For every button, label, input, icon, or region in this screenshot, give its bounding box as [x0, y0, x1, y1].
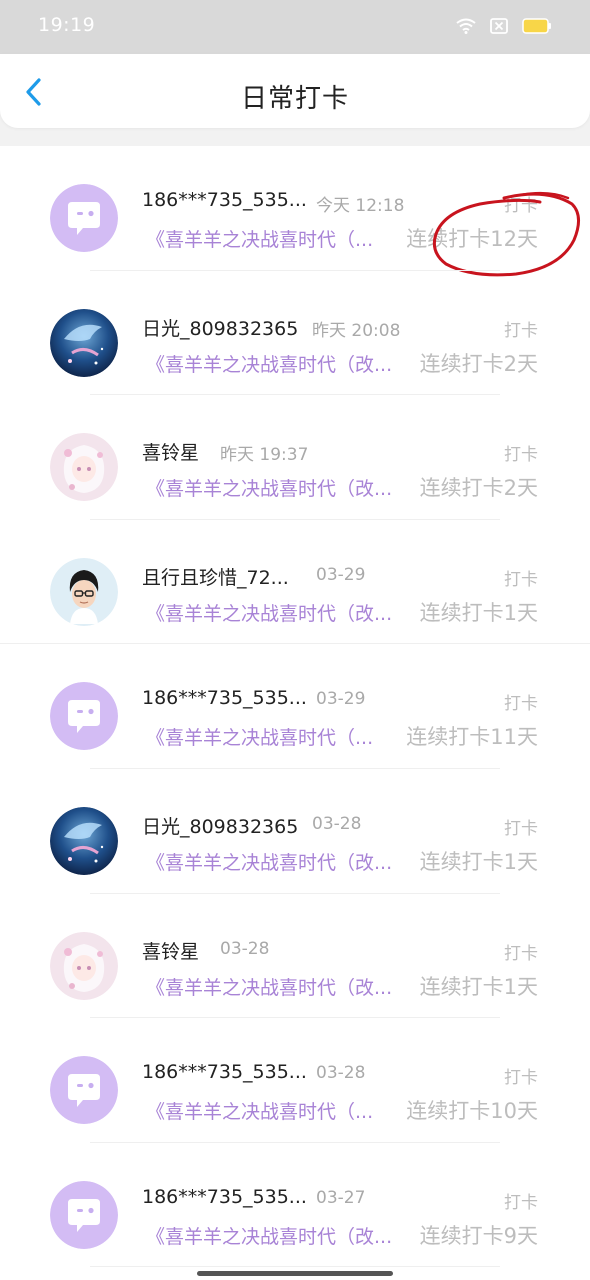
user-name[interactable]: 186***735_535... — [142, 1186, 307, 1208]
glasses-boy-avatar-icon — [50, 557, 118, 626]
streak-text: 连续打卡1天 — [419, 600, 538, 625]
whale-art-avatar-icon — [50, 308, 118, 377]
avatar[interactable] — [50, 806, 118, 875]
home-indicator[interactable] — [197, 1271, 393, 1276]
checkin-tag: 打卡 — [504, 320, 538, 341]
checkin-tag: 打卡 — [504, 694, 538, 715]
checkin-tag: 打卡 — [504, 1068, 538, 1089]
checkin-tag: 打卡 — [504, 569, 538, 590]
streak-text: 连续打卡2天 — [419, 351, 538, 376]
list-item[interactable]: 186***735_535... 03-27 打卡 《喜羊羊之决战喜时代（改..… — [0, 1143, 590, 1268]
no-sim-icon — [490, 18, 508, 34]
chat-bubble-avatar-icon — [50, 1180, 118, 1249]
status-bar: 19:19 — [0, 0, 590, 54]
streak-text: 连续打卡11天 — [406, 725, 538, 750]
book-title[interactable]: 《喜羊羊之决战喜时代（改... — [146, 848, 392, 875]
list-item[interactable]: 186***735_535... 03-29 打卡 《喜羊羊之决战喜时代（...… — [0, 644, 590, 769]
page-title: 日常打卡 — [240, 84, 349, 114]
user-name[interactable]: 喜铃星 — [142, 438, 199, 465]
checkin-time: 03-28 — [316, 1063, 366, 1084]
checkin-time: 03-28 — [312, 813, 362, 834]
checkin-time: 03-29 — [316, 689, 366, 710]
streak-text: 连续打卡1天 — [419, 974, 538, 999]
user-name[interactable]: 日光_809832365 — [142, 314, 298, 341]
checkin-tag: 打卡 — [504, 818, 538, 839]
header: 日常打卡 — [0, 54, 590, 128]
list-item[interactable]: 日光_809832365 昨天 20:08 打卡 《喜羊羊之决战喜时代（改...… — [0, 271, 590, 396]
battery-icon — [522, 18, 551, 34]
checkin-tag: 打卡 — [504, 445, 538, 466]
status-icons — [456, 14, 552, 38]
checkin-list: 186***735_535... 今天 12:18 打卡 《喜羊羊之决战喜时代（… — [0, 146, 590, 1280]
streak-text: 连续打卡9天 — [419, 1223, 538, 1248]
avatar[interactable] — [50, 433, 118, 502]
book-title[interactable]: 《喜羊羊之决战喜时代（改... — [146, 474, 392, 501]
list-item[interactable]: 186***735_535... 03-28 打卡 《喜羊羊之决战喜时代（...… — [0, 1018, 590, 1143]
book-title[interactable]: 《喜羊羊之决战喜时代（... — [146, 723, 373, 750]
list-item[interactable]: 喜铃星 03-28 打卡 《喜羊羊之决战喜时代（改... 连续打卡1天 — [0, 894, 590, 1019]
checkin-time: 昨天 20:08 — [312, 320, 401, 341]
checkin-tag: 打卡 — [504, 943, 538, 964]
checkin-time: 03-29 — [316, 564, 366, 585]
chat-bubble-avatar-icon — [50, 184, 118, 252]
book-title[interactable]: 《喜羊羊之决战喜时代（改... — [146, 973, 392, 1000]
user-name[interactable]: 喜铃星 — [142, 937, 199, 964]
user-name[interactable]: 186***735_535... — [142, 687, 307, 709]
list-item[interactable]: 日光_809832365 03-28 打卡 《喜羊羊之决战喜时代（改... 连续… — [0, 769, 590, 894]
checkin-time: 03-28 — [220, 938, 270, 959]
user-name[interactable]: 日光_809832365 — [142, 812, 298, 839]
streak-text: 连续打卡10天 — [406, 1099, 538, 1124]
checkin-tag: 打卡 — [504, 1192, 538, 1213]
anime-girl-avatar-icon — [50, 931, 118, 1000]
anime-girl-avatar-icon — [50, 433, 118, 502]
book-title[interactable]: 《喜羊羊之决战喜时代（... — [146, 1097, 373, 1124]
book-title[interactable]: 《喜羊羊之决战喜时代（... — [146, 225, 373, 252]
chat-bubble-avatar-icon — [50, 682, 118, 751]
avatar[interactable] — [50, 1180, 118, 1249]
book-title[interactable]: 《喜羊羊之决战喜时代（改... — [146, 1222, 392, 1249]
avatar[interactable] — [50, 308, 118, 377]
user-name[interactable]: 186***735_535... — [142, 189, 307, 211]
list-item[interactable]: 且行且珍惜_72... 03-29 打卡 《喜羊羊之决战喜时代（改... 连续打… — [0, 520, 590, 645]
whale-art-avatar-icon — [50, 806, 118, 875]
chat-bubble-avatar-icon — [50, 1056, 118, 1125]
streak-text: 连续打卡1天 — [419, 849, 538, 874]
checkin-time: 03-27 — [316, 1187, 366, 1208]
avatar[interactable] — [50, 184, 118, 252]
checkin-time: 今天 12:18 — [316, 196, 405, 216]
book-title[interactable]: 《喜羊羊之决战喜时代（改... — [146, 599, 392, 626]
wifi-icon — [456, 18, 476, 34]
avatar[interactable] — [50, 1056, 118, 1125]
list-item[interactable]: 186***735_535... 今天 12:18 打卡 《喜羊羊之决战喜时代（… — [0, 146, 590, 277]
status-time: 19:19 — [38, 14, 96, 36]
list-item[interactable]: 喜铃星 昨天 19:37 打卡 《喜羊羊之决战喜时代（改... 连续打卡2天 — [0, 395, 590, 520]
avatar[interactable] — [50, 931, 118, 1000]
book-title[interactable]: 《喜羊羊之决战喜时代（改... — [146, 350, 392, 377]
checkin-time: 昨天 19:37 — [220, 445, 309, 466]
streak-text: 连续打卡2天 — [419, 476, 538, 501]
avatar[interactable] — [50, 557, 118, 626]
avatar[interactable] — [50, 682, 118, 751]
user-name[interactable]: 186***735_535... — [142, 1061, 307, 1083]
handdrawn-circle-annotation — [432, 191, 580, 277]
user-name[interactable]: 且行且珍惜_72... — [142, 563, 289, 590]
